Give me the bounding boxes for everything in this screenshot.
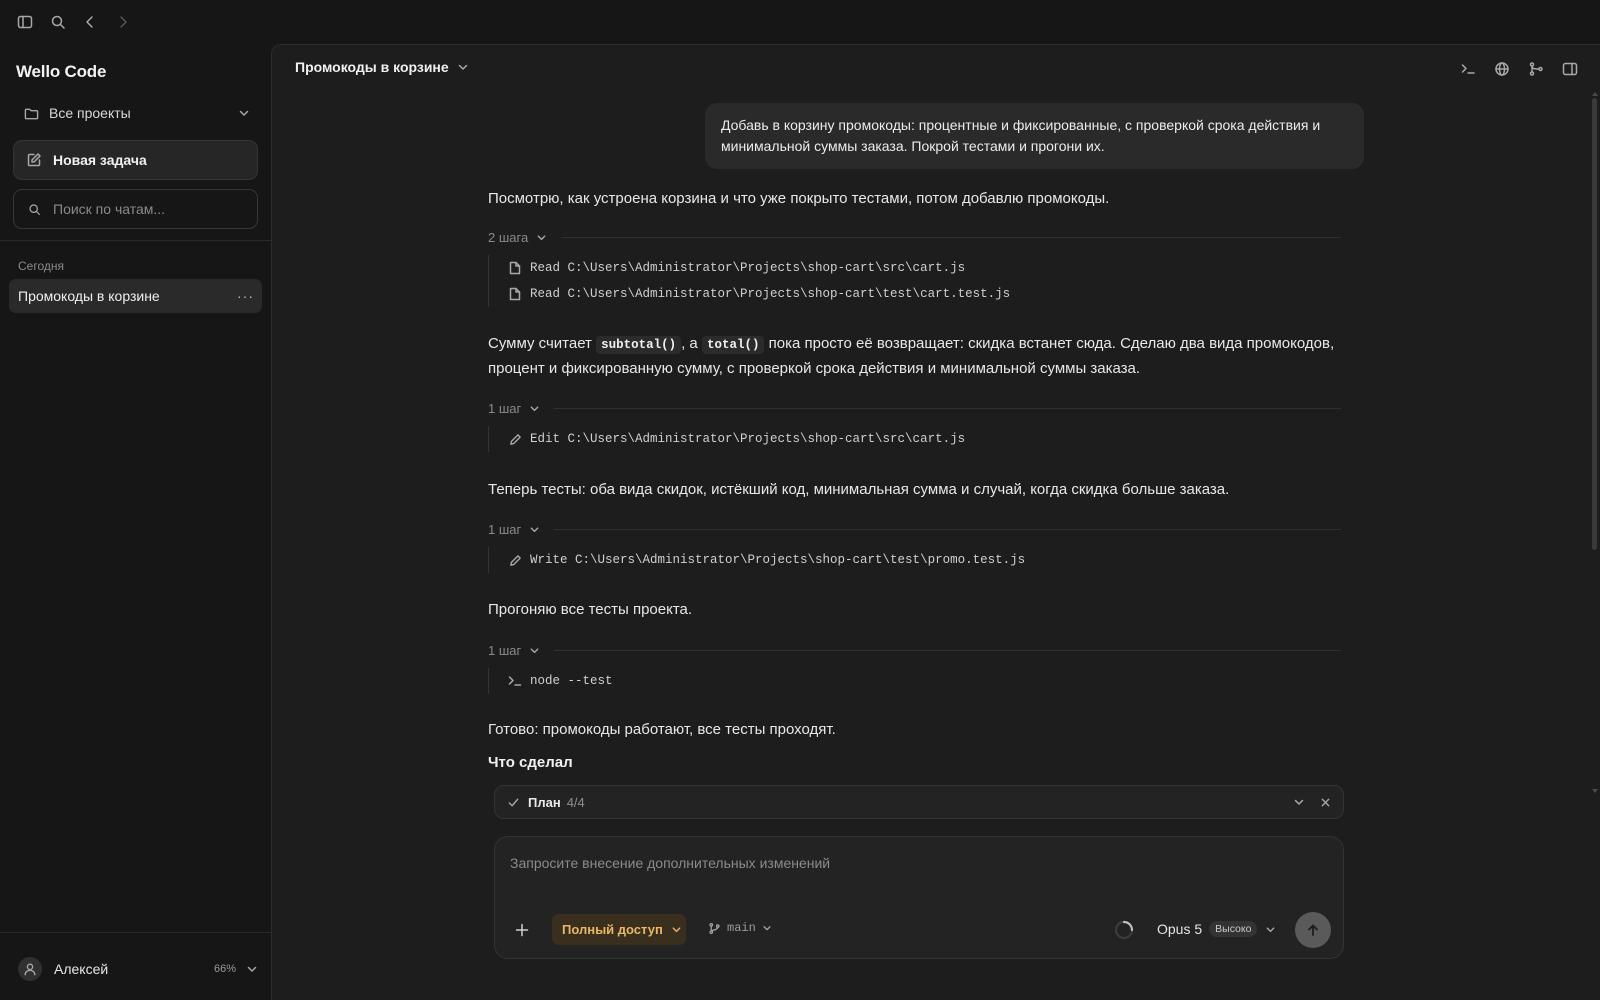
edit-icon <box>26 152 42 168</box>
message-composer[interactable]: Запросите внесение дополнительных измене… <box>494 836 1344 959</box>
assistant-message: Сумму считает subtotal(), а total() пока… <box>488 332 1348 381</box>
chat-search-placeholder: Поиск по чатам... <box>53 201 166 217</box>
inline-code: total() <box>701 336 765 354</box>
steps-divider <box>554 528 1341 530</box>
chevron-down-icon <box>529 524 540 535</box>
file-icon <box>508 287 522 301</box>
steps-count: 1 шаг <box>488 642 522 658</box>
step-item[interactable]: Write C:\Users\Administrator\Projects\sh… <box>489 547 1188 573</box>
chat-item-label: Промокоды в корзине <box>18 288 160 304</box>
steps-toggle[interactable]: 1 шаг <box>488 398 1341 418</box>
avatar <box>18 957 42 981</box>
model-select[interactable]: Opus 5 Высоко <box>1157 921 1276 937</box>
step-item[interactable]: Edit C:\Users\Administrator\Projects\sho… <box>489 426 1188 452</box>
search-icon <box>28 203 41 216</box>
chevron-down-icon <box>529 645 540 656</box>
folder-icon <box>24 106 39 121</box>
assistant-message: Прогоняю все тесты проекта. <box>488 601 693 618</box>
steps-count: 1 шаг <box>488 400 522 416</box>
plus-icon[interactable] <box>511 919 533 941</box>
step-text: Edit C:\Users\Administrator\Projects\sho… <box>530 432 966 446</box>
step-list: Write C:\Users\Administrator\Projects\sh… <box>488 547 1188 573</box>
usage-percent: 66% <box>213 963 236 975</box>
chat-item[interactable]: Промокоды в корзине ··· <box>9 279 262 313</box>
search-icon[interactable] <box>48 12 68 32</box>
chevron-down-icon <box>536 232 547 243</box>
check-icon <box>507 796 520 809</box>
effort-badge: Высоко <box>1209 921 1258 937</box>
step-text: Read C:\Users\Administrator\Projects\sho… <box>530 287 1011 301</box>
git-branch-icon <box>708 922 721 935</box>
steps-toggle[interactable]: 2 шага <box>488 227 1341 247</box>
inline-code: subtotal() <box>596 336 682 354</box>
chevron-down-icon <box>1265 924 1276 935</box>
chat-search-input[interactable]: Поиск по чатам... <box>13 189 258 229</box>
steps-divider <box>554 649 1341 651</box>
steps-divider <box>561 236 1341 238</box>
more-options-icon[interactable]: ··· <box>237 288 254 304</box>
file-icon <box>508 261 522 275</box>
step-list: node --test <box>488 668 1188 694</box>
steps-toggle[interactable]: 1 шаг <box>488 519 1341 539</box>
assistant-message: Посмотрю, как устроена корзина и что уже… <box>488 190 1110 207</box>
step-list: Edit C:\Users\Administrator\Projects\sho… <box>488 426 1188 452</box>
steps-count: 1 шаг <box>488 521 522 537</box>
close-icon[interactable] <box>1317 794 1333 810</box>
chevron-down-icon <box>238 107 250 119</box>
composer-input[interactable]: Запросите внесение дополнительных измене… <box>510 855 830 871</box>
title-bar <box>0 0 1600 44</box>
new-task-label: Новая задача <box>53 152 147 168</box>
model-name: Opus 5 <box>1157 921 1203 937</box>
step-list: Read C:\Users\Administrator\Projects\sho… <box>488 255 1188 307</box>
assistant-message: Готово: промокоды работают, все тесты пр… <box>488 721 836 738</box>
steps-count: 2 шага <box>488 229 529 245</box>
user-name: Алексей <box>54 961 109 977</box>
sidebar-divider <box>0 240 271 241</box>
step-text: node --test <box>530 674 613 688</box>
plan-label: План <box>528 794 561 810</box>
forward-icon[interactable] <box>113 12 133 32</box>
loading-spinner-icon <box>1113 919 1135 941</box>
chevron-down-icon <box>762 923 772 933</box>
message-text: Сумму считает <box>488 335 597 352</box>
sidebar-footer-divider <box>0 932 271 933</box>
plan-bar[interactable]: План 4/4 <box>494 785 1344 819</box>
step-text: Write C:\Users\Administrator\Projects\sh… <box>530 553 1026 567</box>
step-item[interactable]: Read C:\Users\Administrator\Projects\sho… <box>489 255 1188 281</box>
terminal-icon <box>508 674 522 688</box>
chevron-down-icon <box>529 403 540 414</box>
message-text: , а <box>681 335 702 352</box>
pencil-icon <box>508 432 522 446</box>
chevron-down-icon <box>671 924 682 935</box>
project-select-label: Все проекты <box>49 105 131 121</box>
chevron-down-icon <box>246 963 258 975</box>
plan-count: 4/4 <box>566 794 585 810</box>
assistant-message: Теперь тесты: оба вида скидок, истёкший … <box>488 481 1230 498</box>
access-level-label: Полный доступ <box>562 922 663 937</box>
new-task-button[interactable]: Новая задача <box>13 140 258 180</box>
send-button[interactable] <box>1295 912 1331 948</box>
access-level-button[interactable]: Полный доступ <box>552 914 686 945</box>
arrow-up-icon <box>1306 923 1320 937</box>
section-today-label: Сегодня <box>18 259 64 273</box>
app-brand: Wello Code <box>16 62 107 81</box>
pencil-icon <box>508 553 522 567</box>
project-select[interactable]: Все проекты <box>14 98 258 128</box>
step-text: Read C:\Users\Administrator\Projects\sho… <box>530 261 966 275</box>
chevron-down-icon[interactable] <box>1291 794 1307 810</box>
step-item[interactable]: Read C:\Users\Administrator\Projects\sho… <box>489 281 1188 307</box>
back-icon[interactable] <box>80 12 100 32</box>
summary-heading: Что сделал <box>488 754 573 771</box>
chat-panel: Промокоды в корзине Добавь в корзину про… <box>271 44 1600 1000</box>
steps-toggle[interactable]: 1 шаг <box>488 640 1341 660</box>
user-message: Добавь в корзину промокоды: процентные и… <box>705 103 1364 169</box>
sidebar-toggle-icon[interactable] <box>15 12 35 32</box>
steps-divider <box>554 407 1341 409</box>
branch-label: main <box>727 921 756 935</box>
branch-select[interactable]: main <box>708 921 772 935</box>
step-item[interactable]: node --test <box>489 668 1188 694</box>
sidebar: Wello Code Все проекты Новая задача Поис… <box>0 44 271 1000</box>
user-menu[interactable]: Алексей 66% <box>18 956 258 982</box>
